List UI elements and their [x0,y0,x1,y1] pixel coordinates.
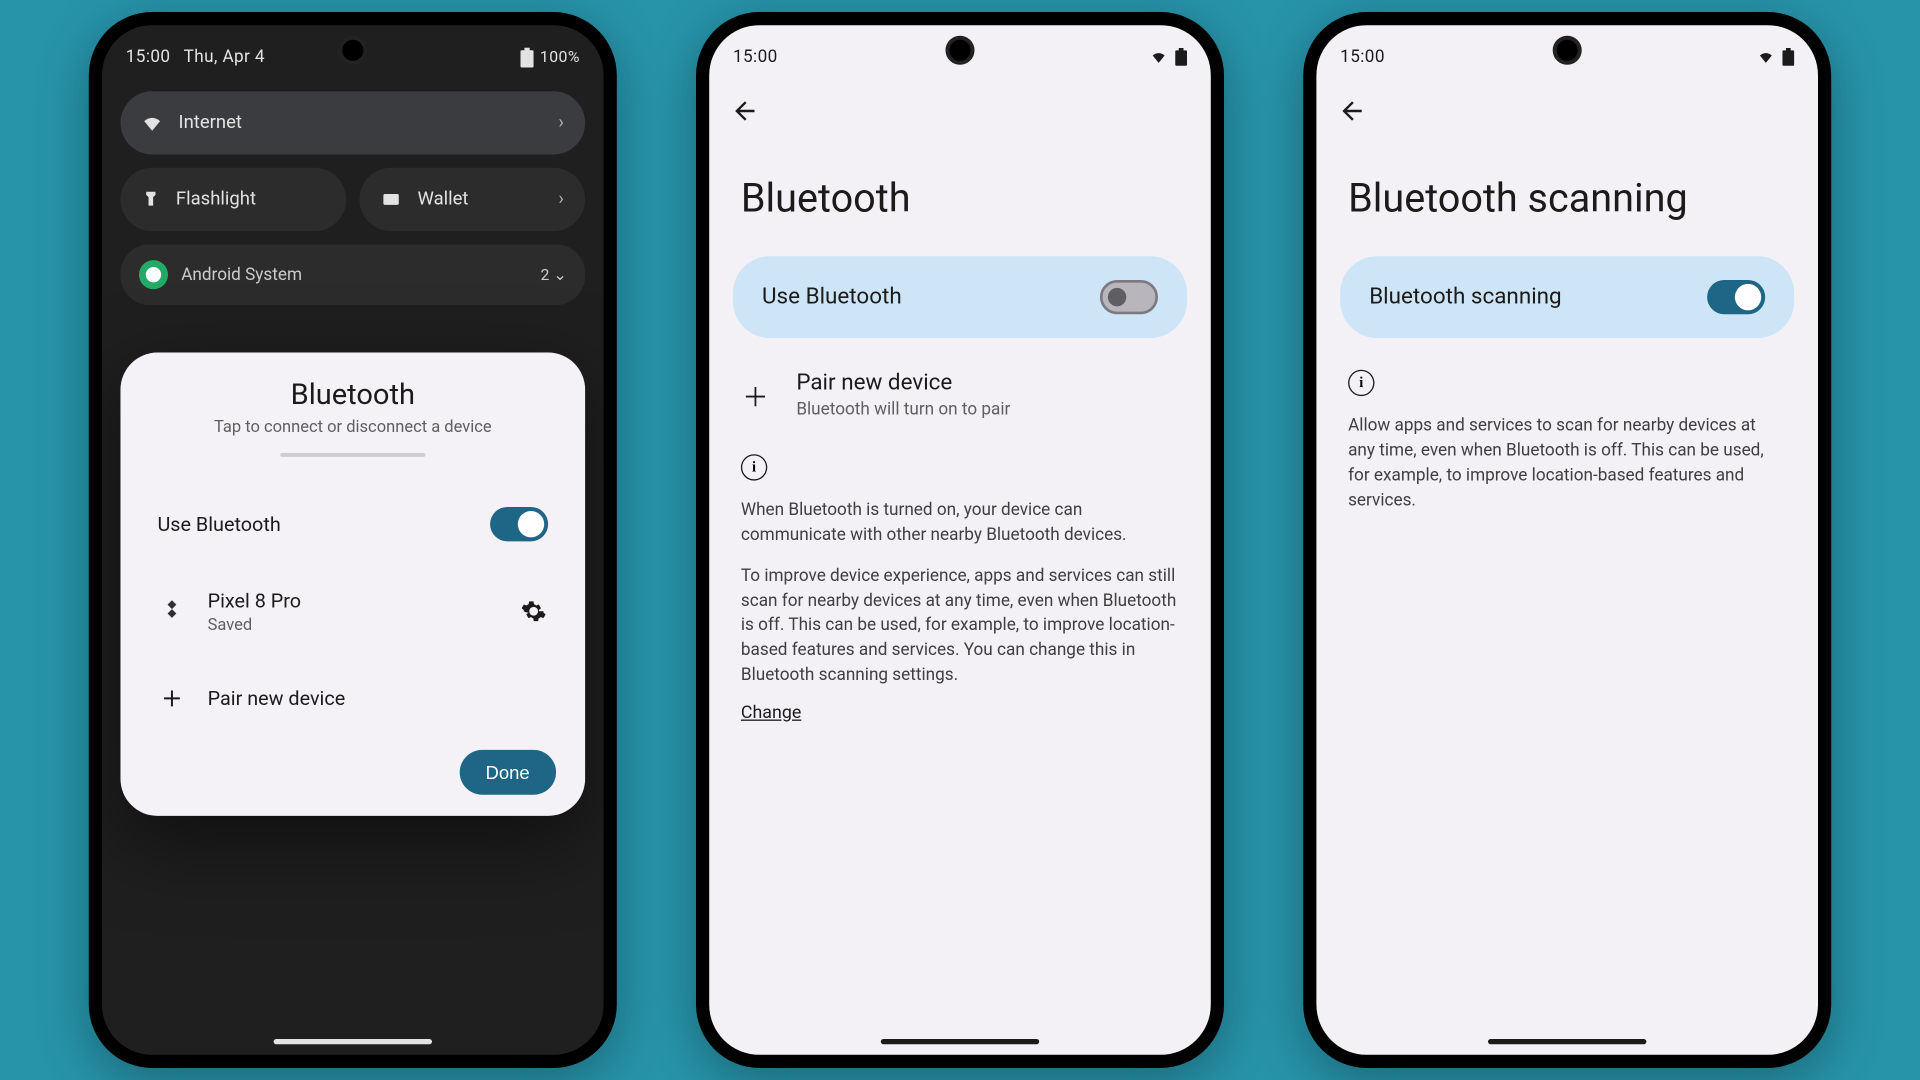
phone-bluetooth-settings: 15:00 Bluetooth Use Bluetooth ＋ Pair new… [696,12,1224,1068]
sheet-grabber[interactable] [280,453,425,457]
info-paragraph-2: To improve device experience, apps and s… [709,557,1211,697]
page-title: Bluetooth scanning [1316,147,1818,257]
bluetooth-scanning-label: Bluetooth scanning [1369,284,1707,310]
chevron-right-icon: › [558,189,564,210]
device-icon [157,597,186,626]
chevron-right-icon: › [558,112,564,133]
battery-text: 100% [540,48,580,66]
use-bluetooth-toggle[interactable] [490,507,548,541]
info-section: i [709,441,1211,491]
gesture-bar[interactable] [881,1039,1039,1044]
device-status: Saved [208,615,498,635]
bluetooth-scanning-toggle[interactable] [1707,280,1765,314]
device-row-pixel8pro[interactable]: Pixel 8 Pro Saved [150,568,557,655]
qs-tile-label: Flashlight [176,189,256,210]
use-bluetooth-label: Use Bluetooth [157,512,469,536]
pair-new-device-label: Pair new device [208,687,549,711]
back-button[interactable] [730,96,762,128]
qs-tile-label: Wallet [417,189,468,210]
wallet-icon [381,190,402,208]
notification-count: 2 [540,265,549,283]
flashlight-icon [142,189,160,210]
wifi-icon [1756,49,1776,65]
chevron-down-icon: ⌄ [553,265,566,283]
pair-new-device-row[interactable]: Pair new device [150,655,557,742]
qs-tile-wallet[interactable]: Wallet › [359,168,585,231]
battery-icon [520,47,533,67]
qs-tile-internet[interactable]: Internet › [120,91,585,154]
gesture-bar[interactable] [1488,1039,1646,1044]
status-time: 15:00 [1340,47,1385,67]
wifi-icon [142,112,163,133]
pair-new-device-item[interactable]: ＋ Pair new device Bluetooth will turn on… [709,349,1211,441]
info-section: i [1316,357,1818,407]
qs-tile-flashlight[interactable]: Flashlight [120,168,346,231]
info-paragraph: Allow apps and services to scan for near… [1316,407,1818,522]
use-bluetooth-toggle[interactable] [1100,280,1158,314]
info-paragraph-1: When Bluetooth is turned on, your device… [709,491,1211,557]
wifi-icon [1149,49,1169,65]
pair-title: Pair new device [796,370,1010,396]
plus-icon [157,684,186,713]
status-date: Thu, Apr 4 [184,47,265,67]
page-title: Bluetooth [709,147,1211,257]
done-button[interactable]: Done [459,750,556,795]
gesture-bar[interactable] [274,1039,432,1044]
camera-cutout [338,36,367,65]
notification-android-system[interactable]: Android System 2⌄ [120,244,585,305]
device-name: Pixel 8 Pro [208,588,498,612]
camera-cutout [945,36,974,65]
phone-bluetooth-scanning: 15:00 Bluetooth scanning Bluetooth scann… [1303,12,1831,1068]
bluetooth-bottom-sheet: Bluetooth Tap to connect or disconnect a… [120,353,585,816]
phone-quick-settings: 15:00 Thu, Apr 4 100% Internet › Flashli… [89,12,617,1068]
status-time: 15:00 [733,47,778,67]
battery-icon [1782,48,1794,66]
notification-app-name: Android System [181,265,302,285]
sheet-subtitle: Tap to connect or disconnect a device [150,417,557,437]
gear-icon[interactable] [519,597,548,626]
sheet-title: Bluetooth [150,379,557,412]
use-bluetooth-card[interactable]: Use Bluetooth [733,256,1187,338]
use-bluetooth-label: Use Bluetooth [762,284,1100,310]
use-bluetooth-row[interactable]: Use Bluetooth [150,481,557,568]
bluetooth-scanning-card[interactable]: Bluetooth scanning [1340,256,1794,338]
pair-subtitle: Bluetooth will turn on to pair [796,400,1010,420]
back-button[interactable] [1338,96,1370,128]
plus-icon: ＋ [741,376,770,414]
android-icon [139,260,168,289]
change-link[interactable]: Change [709,697,1211,729]
battery-icon [1175,48,1187,66]
status-time: 15:00 [126,47,171,67]
qs-tile-label: Internet [179,112,242,133]
info-icon: i [741,454,767,480]
info-icon: i [1348,370,1374,396]
camera-cutout [1553,36,1582,65]
